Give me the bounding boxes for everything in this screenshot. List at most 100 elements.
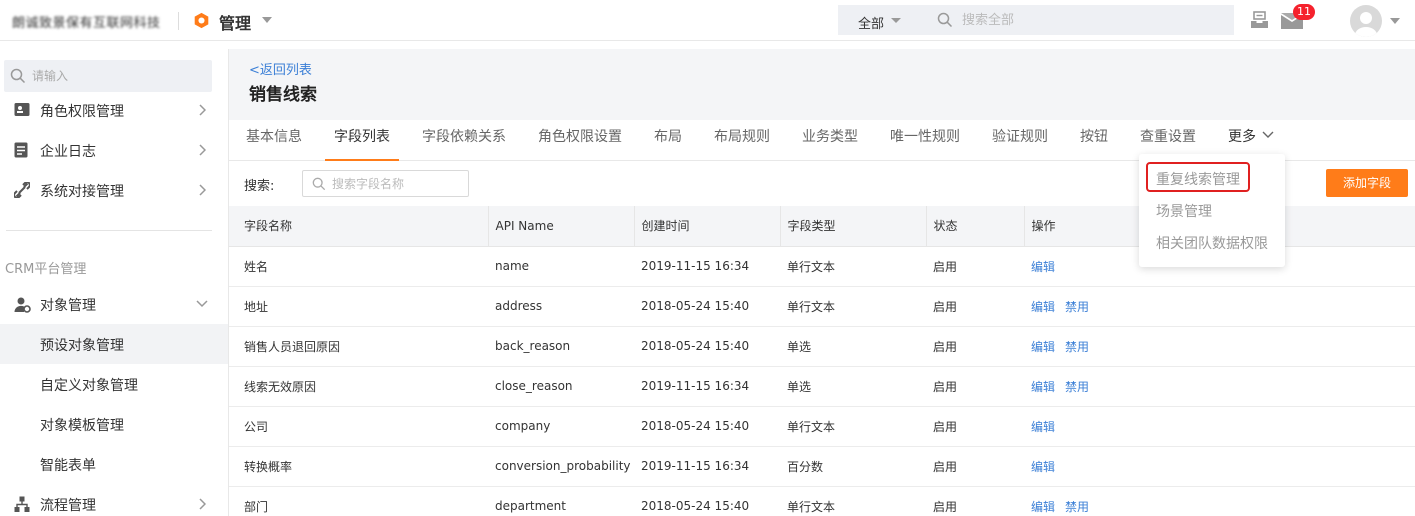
created-time-cell: 2019-11-15 16:34 — [634, 446, 780, 487]
field-search[interactable] — [302, 170, 469, 197]
actions-cell: 编辑 禁用 — [1024, 286, 1415, 327]
user-icon — [1355, 12, 1377, 37]
caret-down-icon[interactable] — [1390, 18, 1400, 24]
app-title[interactable]: 管理 — [219, 10, 251, 34]
status-cell: 启用 — [926, 486, 1024, 516]
sidebar-item-system-integration[interactable]: 系统对接管理 — [0, 170, 228, 210]
field-name-cell: 公司 — [229, 406, 488, 447]
column-header: 字段类型 — [780, 206, 927, 247]
field-type-cell: 单行文本 — [780, 406, 926, 447]
sidebar-item-object-management[interactable]: 对象管理 — [0, 284, 228, 324]
api-name-cell: department — [488, 486, 634, 516]
sidebar-item-smart-forms[interactable]: 智能表单 — [0, 444, 228, 484]
tab-basic-info[interactable]: 基本信息 — [246, 120, 302, 161]
sidebar-item-label: 系统对接管理 — [40, 184, 124, 200]
chevron-right-icon — [199, 104, 206, 116]
field-name-cell: 地址 — [229, 286, 488, 327]
tab-validation-rules[interactable]: 验证规则 — [992, 120, 1048, 161]
disable-link[interactable]: 禁用 — [1065, 300, 1089, 314]
tab-field-list[interactable]: 字段列表 — [325, 120, 399, 161]
highlight-annotation — [1146, 162, 1250, 192]
add-field-button[interactable]: 添加字段 — [1326, 169, 1408, 197]
avatar[interactable] — [1350, 5, 1382, 37]
chevron-right-icon — [199, 184, 206, 196]
actions-cell: 编辑 — [1024, 406, 1415, 447]
edit-link[interactable]: 编辑 — [1031, 300, 1055, 314]
api-name-cell: close_reason — [488, 366, 634, 407]
sidebar-item-custom-objects[interactable]: 自定义对象管理 — [0, 364, 228, 404]
tab-layout[interactable]: 布局 — [654, 120, 682, 161]
sidebar-item-label: 对象管理 — [40, 298, 96, 314]
edit-link[interactable]: 编辑 — [1031, 500, 1055, 514]
main-content: <返回列表 销售线索 基本信息 字段列表 字段依赖关系 角色权限设置 布局 布局… — [229, 49, 1415, 516]
field-type-cell: 单选 — [780, 326, 926, 367]
sidebar-item-enterprise-log[interactable]: 企业日志 — [0, 130, 228, 170]
status-cell: 启用 — [926, 366, 1024, 407]
flow-icon — [14, 496, 30, 512]
search-icon — [937, 12, 953, 28]
disable-link[interactable]: 禁用 — [1065, 340, 1089, 354]
menu-item-scene-management[interactable]: 场景管理 — [1156, 201, 1212, 221]
sidebar-search[interactable] — [4, 60, 212, 92]
inbox-icon[interactable] — [1250, 11, 1269, 29]
caret-down-icon[interactable] — [891, 18, 901, 23]
sidebar-item-label: 企业日志 — [40, 144, 96, 160]
tab-uniqueness-rules[interactable]: 唯一性规则 — [890, 120, 960, 161]
table-row: 地址 address 2018-05-24 15:40 单行文本 启用 编辑 禁用 — [229, 286, 1415, 327]
disable-link[interactable]: 禁用 — [1065, 380, 1089, 394]
sidebar-item-label: 流程管理 — [40, 498, 96, 514]
status-cell: 启用 — [926, 446, 1024, 487]
api-name-cell: conversion_probability — [488, 446, 634, 487]
edit-link[interactable]: 编辑 — [1031, 260, 1055, 274]
status-cell: 启用 — [926, 246, 1024, 287]
search-label: 搜索: — [244, 179, 275, 194]
disable-link[interactable]: 禁用 — [1065, 500, 1089, 514]
company-name: 朗诚致景保有互联网科技 — [12, 16, 161, 31]
table-row: 转换概率 conversion_probability 2019-11-15 1… — [229, 446, 1415, 487]
edit-link[interactable]: 编辑 — [1031, 420, 1055, 434]
page-title: 销售线索 — [249, 85, 317, 105]
back-to-list-link[interactable]: <返回列表 — [249, 59, 312, 78]
sidebar-item-object-templates[interactable]: 对象模板管理 — [0, 404, 228, 444]
status-cell: 启用 — [926, 286, 1024, 327]
tab-field-dependencies[interactable]: 字段依赖关系 — [422, 120, 506, 161]
global-search-input[interactable] — [962, 9, 1212, 31]
document-icon — [14, 142, 28, 158]
sidebar-item-preset-objects[interactable]: 预设对象管理 — [0, 324, 228, 364]
chevron-right-icon — [199, 144, 206, 156]
field-type-cell: 单行文本 — [780, 286, 926, 327]
tab-business-types[interactable]: 业务类型 — [802, 120, 858, 161]
created-time-cell: 2018-05-24 15:40 — [634, 486, 780, 516]
field-name-cell: 部门 — [229, 486, 488, 516]
tab-role-permissions[interactable]: 角色权限设置 — [538, 120, 622, 161]
column-header: API Name — [488, 206, 635, 247]
sidebar-item-label: 预设对象管理 — [40, 338, 124, 354]
chevron-down-icon — [1262, 131, 1274, 138]
caret-down-icon[interactable] — [262, 17, 272, 23]
edit-link[interactable]: 编辑 — [1031, 460, 1055, 474]
tab-layout-rules[interactable]: 布局规则 — [714, 120, 770, 161]
edit-link[interactable]: 编辑 — [1031, 340, 1055, 354]
menu-item-team-data-permissions[interactable]: 相关团队数据权限 — [1156, 233, 1268, 253]
field-type-cell: 单选 — [780, 366, 926, 407]
edit-link[interactable]: 编辑 — [1031, 380, 1055, 394]
sidebar-item-label: 智能表单 — [40, 458, 96, 474]
field-type-cell: 单行文本 — [780, 246, 926, 287]
sidebar-search-input[interactable] — [32, 66, 202, 86]
actions-cell: 编辑 禁用 — [1024, 366, 1415, 407]
chevron-right-icon — [199, 498, 206, 510]
sidebar-item-process-management[interactable]: 流程管理 — [0, 484, 228, 516]
field-name-cell: 姓名 — [229, 246, 488, 287]
created-time-cell: 2018-05-24 15:40 — [634, 286, 780, 327]
field-search-input[interactable] — [332, 174, 462, 193]
api-name-cell: address — [488, 286, 634, 327]
tab-buttons[interactable]: 按钮 — [1080, 120, 1108, 161]
field-name-cell: 线索无效原因 — [229, 366, 488, 407]
notification-badge: 11 — [1293, 4, 1315, 20]
search-scope-select[interactable]: 全部 — [838, 5, 922, 35]
sidebar-item-role-permissions[interactable]: 角色权限管理 — [0, 90, 228, 130]
global-search[interactable] — [922, 5, 1234, 35]
app-logo-icon — [194, 12, 209, 29]
api-name-cell: name — [488, 246, 634, 287]
status-cell: 启用 — [926, 406, 1024, 447]
